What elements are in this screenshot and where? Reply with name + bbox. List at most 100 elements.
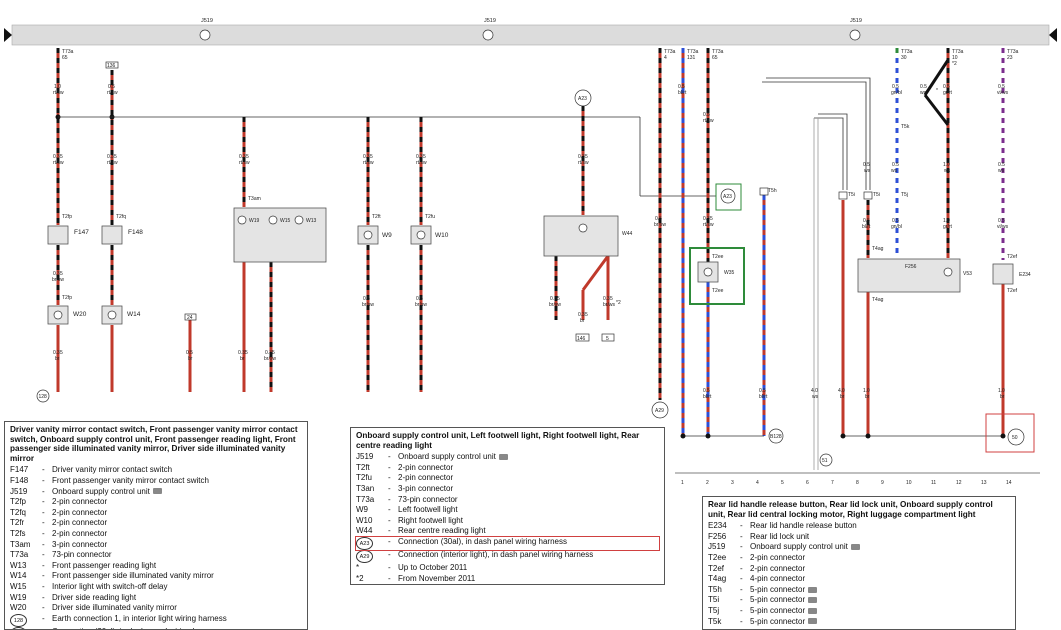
legend-code: T2ee xyxy=(708,552,727,562)
legend-desc: Onboard supply control unit xyxy=(52,487,302,498)
w9-label: W9 xyxy=(382,232,392,239)
legend-left: Driver vanity mirror contact switch, Fro… xyxy=(4,421,308,630)
lamp-icon xyxy=(237,215,247,225)
wire-color: rt/sw xyxy=(703,118,714,124)
legend-desc: Left footwell light xyxy=(398,505,659,516)
lamp-icon xyxy=(53,310,63,320)
motor-icon xyxy=(943,267,953,277)
wire-color: br/ws xyxy=(603,302,615,308)
legend-dash: - xyxy=(388,462,391,472)
a29-label: A29 xyxy=(655,408,664,414)
wire-color: gr/rt xyxy=(943,224,953,230)
bus-connector-icon xyxy=(199,29,211,41)
legend-code: * xyxy=(356,562,360,572)
wire-color: br/sw xyxy=(264,356,276,362)
wire-color: ws xyxy=(864,168,871,174)
legend-desc: 2-pin connector xyxy=(750,553,1010,564)
legend-dash: - xyxy=(42,603,45,613)
w44-label: W44 xyxy=(622,231,633,237)
camera-icon[interactable] xyxy=(808,607,818,614)
legend-row: W9 - Left footwell light xyxy=(356,505,659,516)
legend-mid-rows: J519- Onboard supply control unit T2ft -2-p… xyxy=(355,452,660,584)
legend-code: T5i xyxy=(708,595,720,605)
legend-desc-text: Driver side reading light xyxy=(52,592,137,602)
f256-label: F256 xyxy=(905,264,917,270)
ruler-number: 9 xyxy=(881,480,884,486)
legend-row: W19 - Driver side reading light xyxy=(10,593,302,604)
camera-icon[interactable] xyxy=(152,488,162,495)
legend-row: T5k -5-pin connector xyxy=(708,617,1010,628)
legend-desc: 5-pin connector xyxy=(750,585,1010,596)
legend-code: W14 xyxy=(10,571,27,581)
b128-label: B128 xyxy=(770,434,782,440)
legend-dash: - xyxy=(388,562,391,572)
legend-dash: - xyxy=(42,465,45,475)
wire-color: bl/rt xyxy=(678,90,687,96)
legend-row: W44 - Rear centre reading light xyxy=(356,526,659,537)
legend-desc-text: 2-pin connector xyxy=(750,563,806,573)
w35-label: W35 xyxy=(724,270,735,276)
legend-row: W10 - Right footwell light xyxy=(356,516,659,527)
legend-code: T5h xyxy=(708,584,722,594)
legend-row: T5h -5-pin connector xyxy=(708,585,1010,596)
legend-code: T2ft xyxy=(356,462,370,472)
wire-color: br xyxy=(580,318,585,324)
camera-icon[interactable] xyxy=(808,586,818,593)
lamp-icon xyxy=(703,267,713,277)
legend-desc: Interior light with switch-off delay xyxy=(52,582,302,593)
camera-icon[interactable] xyxy=(808,618,818,625)
legend-dash: - xyxy=(740,595,743,605)
wire-color: rt/sw xyxy=(53,160,64,166)
legend-desc-text: 4-pin connector xyxy=(750,574,806,584)
legend-code: E234 xyxy=(708,521,727,531)
camera-icon[interactable] xyxy=(498,454,508,461)
lamp-icon xyxy=(578,223,588,233)
w13-label: W13 xyxy=(306,218,317,224)
legend-desc: 5-pin connector xyxy=(750,606,1010,617)
legend-left-rows: F147- Driver vanity mirror contact switch… xyxy=(10,465,302,629)
legend-dash: - xyxy=(42,507,45,517)
pin-label: T2fp xyxy=(62,295,72,301)
e234-label: E234 xyxy=(1019,272,1031,278)
legend-desc-text: Left footwell light xyxy=(398,505,458,515)
legend-desc-text: 5-pin connector xyxy=(750,605,806,615)
camera-icon[interactable] xyxy=(850,544,860,551)
ruler-number: 12 xyxy=(956,480,962,486)
legend-code: T4ag xyxy=(708,574,727,584)
legend-desc-text: 2-pin connector xyxy=(52,497,108,507)
legend-row: F256 - Rear lid lock unit xyxy=(708,532,1010,543)
lamp-icon xyxy=(294,215,304,225)
pin-label: T2ee xyxy=(712,288,724,294)
pin-label: T2ft xyxy=(372,214,381,220)
pin-label: T5i xyxy=(873,192,880,198)
pin-label: 65 xyxy=(62,55,68,61)
legend-dash: - xyxy=(388,549,391,559)
legend-dash: - xyxy=(42,475,45,485)
wire-color: br/sw xyxy=(415,302,427,308)
legend-desc: Right footwell light xyxy=(398,516,659,527)
legend-desc-text: Onboard supply control unit xyxy=(398,452,496,462)
legend-desc-text: Connection (30al), in dash panel wiring … xyxy=(398,536,567,546)
lamp-icon xyxy=(268,215,278,225)
legend-right-rows: E234- Rear lid handle release button F256-… xyxy=(708,521,1010,627)
ruler-number: 14 xyxy=(1006,480,1012,486)
wire-color: bl/rt xyxy=(759,394,768,400)
legend-code: T73a xyxy=(356,494,375,504)
legend-desc: Driver side illuminated vanity mirror xyxy=(52,603,302,614)
wire-color: br xyxy=(865,394,870,400)
legend-desc: 2-pin connector xyxy=(52,497,302,508)
legend-dash: - xyxy=(42,613,45,623)
wire-color: bl/rt xyxy=(862,224,871,230)
camera-icon[interactable] xyxy=(808,597,818,604)
pin-label: T2ef xyxy=(1007,254,1018,260)
legend-dash: - xyxy=(740,605,743,615)
legend-row: T2ef -2-pin connector xyxy=(708,564,1010,575)
pin-label: 24 xyxy=(187,315,193,321)
ruler-number: 10 xyxy=(906,480,912,486)
legend-row: T73a -73-pin connector xyxy=(10,550,302,561)
legend-desc-text: Driver side illuminated vanity mirror xyxy=(52,603,177,613)
legend-row: 128 - Earth connection 1, in interior ligh… xyxy=(10,613,302,627)
legend-desc: 73-pin connector xyxy=(52,550,302,561)
legend-desc: Rear lid lock unit xyxy=(750,532,1010,543)
wire-color: br/sw xyxy=(52,277,64,283)
